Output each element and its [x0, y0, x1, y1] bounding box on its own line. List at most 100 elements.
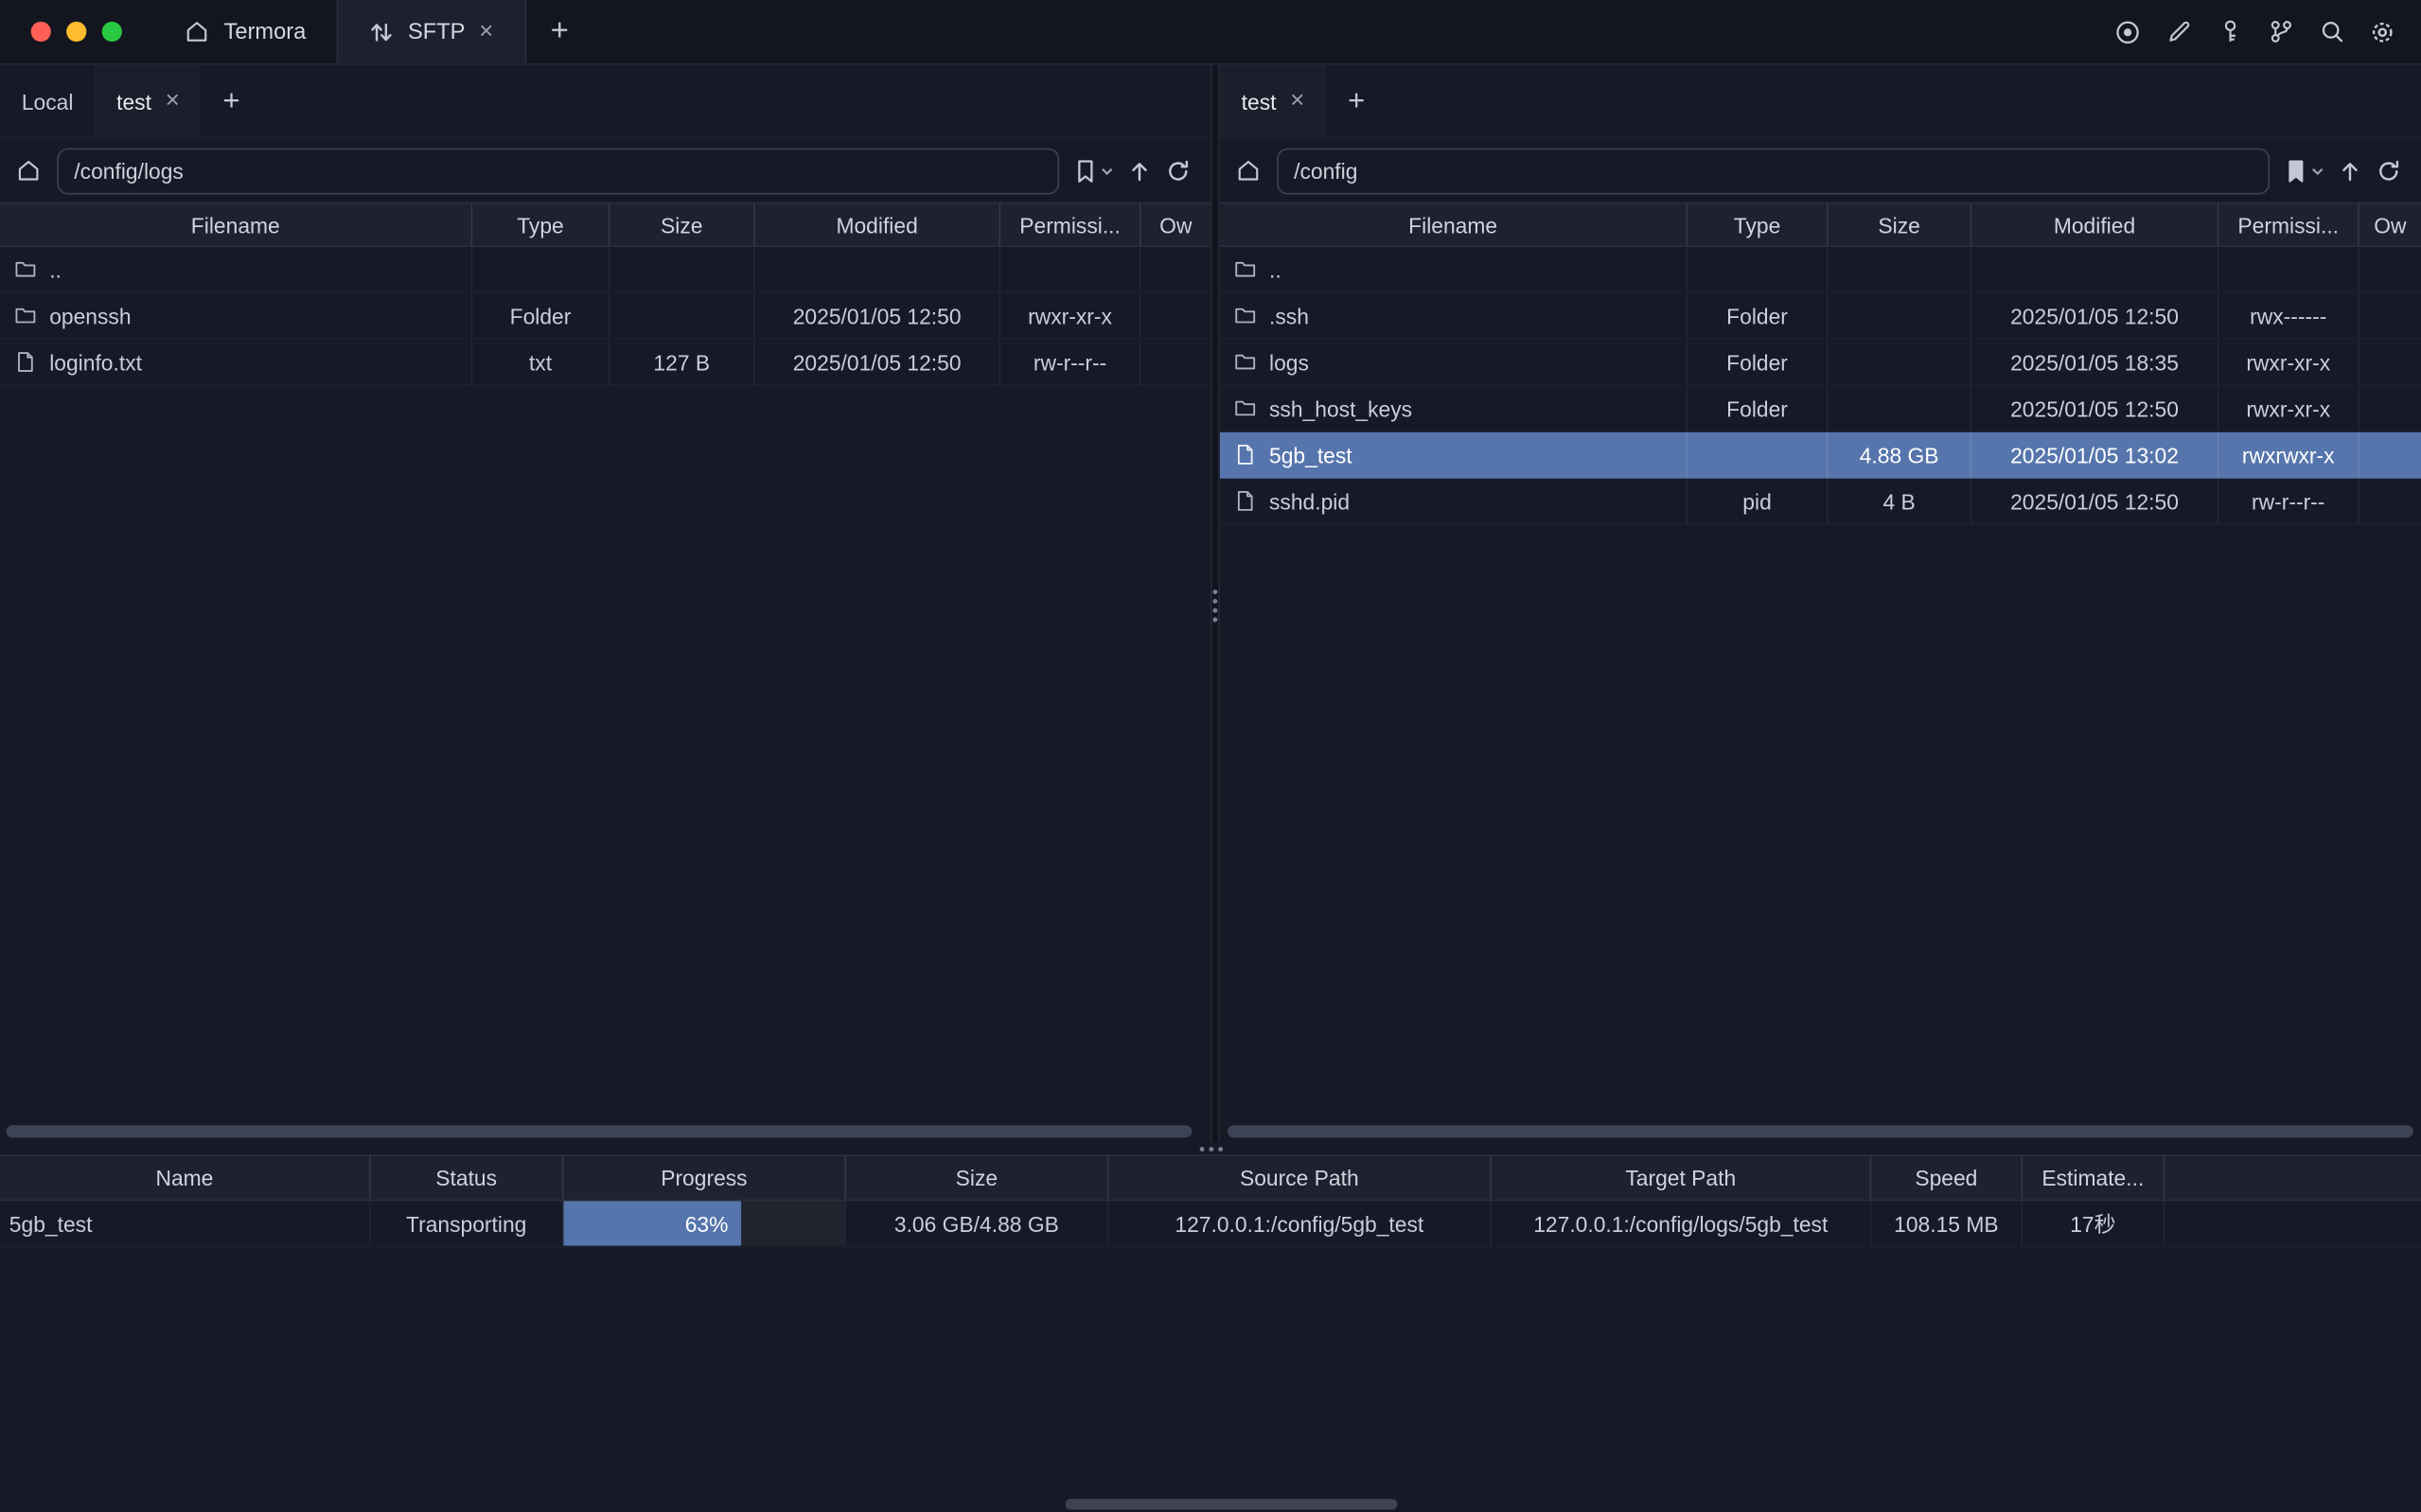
right-path-input[interactable]: [1277, 148, 2270, 194]
column-header-modified[interactable]: Modified: [1971, 203, 2218, 245]
transfer-speed: 108.15 MB: [1871, 1201, 2023, 1247]
tab-test-right[interactable]: test ×: [1220, 65, 1326, 138]
edit-button[interactable]: [2159, 11, 2199, 51]
tab-sftp-label: SFTP: [408, 19, 465, 44]
file-type: [1688, 432, 1828, 479]
zoom-window-button[interactable]: [102, 22, 122, 42]
file-modified: [755, 247, 1000, 293]
file-row-logs[interactable]: logs Folder 2025/01/05 18:35 rwxr-xr-x: [1220, 340, 2421, 386]
right-new-tab-button[interactable]: +: [1326, 65, 1387, 138]
transfer-size: 3.06 GB/4.88 GB: [846, 1201, 1108, 1247]
column-header-size[interactable]: Size: [846, 1156, 1108, 1200]
refresh-button[interactable]: [2377, 158, 2401, 183]
home-icon[interactable]: [15, 157, 42, 184]
column-header-estimate[interactable]: Estimate...: [2023, 1156, 2165, 1200]
file-type: Folder: [472, 293, 610, 340]
file-row-openssh[interactable]: openssh Folder 2025/01/05 12:50 rwxr-xr-…: [0, 293, 1210, 340]
new-window-tab-button[interactable]: +: [526, 0, 593, 63]
refresh-button[interactable]: [1166, 158, 1191, 183]
file-owner: [1141, 293, 1210, 340]
column-header-permissions[interactable]: Permissi...: [1000, 203, 1140, 245]
splitter-handle-icon: [1212, 589, 1217, 622]
file-icon: [1233, 443, 1256, 466]
column-header-filename[interactable]: Filename: [1220, 203, 1688, 245]
file-row-ssh-host-keys[interactable]: ssh_host_keys Folder 2025/01/05 12:50 rw…: [1220, 386, 2421, 432]
file-owner: [2359, 479, 2421, 525]
window-controls: [0, 0, 153, 63]
right-horizontal-scrollbar[interactable]: [1228, 1125, 2413, 1137]
record-button[interactable]: [2108, 11, 2147, 51]
column-header-target-path[interactable]: Target Path: [1492, 1156, 1871, 1200]
file-row-5gb-test-selected[interactable]: 5gb_test 4.88 GB 2025/01/05 13:02 rwxrwx…: [1220, 432, 2421, 479]
transfer-row-5gb-test[interactable]: 5gb_test Transporting 63% 3.06 GB/4.88 G…: [0, 1201, 2421, 1247]
branch-icon: [2268, 19, 2294, 45]
tab-local[interactable]: Local: [0, 65, 95, 138]
bookmark-icon: [2285, 158, 2306, 183]
column-header-size[interactable]: Size: [610, 203, 754, 245]
horizontal-splitter[interactable]: [0, 1142, 2421, 1154]
file-row-loginfo[interactable]: loginfo.txt txt 127 B 2025/01/05 12:50 r…: [0, 340, 1210, 386]
transfer-source-path: 127.0.0.1:/config/5gb_test: [1108, 1201, 1492, 1247]
left-horizontal-scrollbar[interactable]: [7, 1125, 1193, 1137]
file-permissions: rw-r--r--: [2218, 479, 2359, 525]
refresh-icon: [2377, 158, 2401, 183]
left-path-input[interactable]: [57, 148, 1059, 194]
column-header-owner[interactable]: Ow: [1141, 203, 1210, 245]
column-header-type[interactable]: Type: [1688, 203, 1828, 245]
file-size: 4.88 GB: [1829, 432, 1972, 479]
file-row-parent[interactable]: ..: [0, 247, 1210, 293]
left-new-tab-button[interactable]: +: [202, 65, 262, 138]
file-permissions: rwxrwxr-x: [2218, 432, 2359, 479]
tab-test-left-close-icon[interactable]: ×: [166, 89, 180, 114]
titlebar: Termora SFTP × +: [0, 0, 2421, 65]
tab-test-right-close-icon[interactable]: ×: [1290, 89, 1304, 114]
parent-directory-button[interactable]: [2338, 158, 2362, 183]
file-row-parent[interactable]: ..: [1220, 247, 2421, 293]
file-type: [1688, 247, 1828, 293]
column-header-owner[interactable]: Ow: [2359, 203, 2421, 245]
settings-button[interactable]: [2362, 11, 2402, 51]
tab-sftp-close-icon[interactable]: ×: [479, 19, 493, 44]
branch-button[interactable]: [2260, 11, 2300, 51]
file-permissions: rwx------: [2218, 293, 2359, 340]
column-header-name[interactable]: Name: [0, 1156, 371, 1200]
tab-test-left[interactable]: test ×: [95, 65, 201, 138]
column-header-type[interactable]: Type: [472, 203, 610, 245]
key-button[interactable]: [2210, 11, 2250, 51]
filename: 5gb_test: [1269, 442, 1352, 466]
column-header-source-path[interactable]: Source Path: [1108, 1156, 1492, 1200]
column-header-progress[interactable]: Progress: [563, 1156, 846, 1200]
file-modified: [1971, 247, 2218, 293]
column-header-status[interactable]: Status: [371, 1156, 564, 1200]
transfer-estimate: 17秒: [2023, 1201, 2165, 1247]
tab-test-left-label: test: [116, 89, 151, 114]
plus-icon: +: [551, 14, 569, 50]
bottom-scrollbar[interactable]: [1066, 1499, 1398, 1509]
bookmark-button[interactable]: [1074, 158, 1113, 183]
folder-icon: [1233, 350, 1256, 373]
plus-icon: +: [223, 84, 240, 118]
bookmark-button[interactable]: [2285, 158, 2324, 183]
tab-local-label: Local: [22, 89, 74, 114]
tab-test-right-label: test: [1242, 89, 1277, 114]
search-button[interactable]: [2311, 11, 2351, 51]
transfer-progress-bar: 63%: [563, 1201, 846, 1247]
file-permissions: rwxr-xr-x: [2218, 386, 2359, 432]
parent-directory-button[interactable]: [1127, 158, 1152, 183]
column-header-filename[interactable]: Filename: [0, 203, 472, 245]
file-row-ssh[interactable]: .ssh Folder 2025/01/05 12:50 rwx------: [1220, 293, 2421, 340]
minimize-window-button[interactable]: [66, 22, 86, 42]
tab-termora[interactable]: Termora: [153, 0, 337, 63]
tab-sftp[interactable]: SFTP ×: [337, 0, 526, 63]
column-header-speed[interactable]: Speed: [1871, 1156, 2023, 1200]
column-header-modified[interactable]: Modified: [755, 203, 1000, 245]
close-window-button[interactable]: [31, 22, 51, 42]
filename: ..: [1269, 257, 1281, 282]
file-type: Folder: [1688, 386, 1828, 432]
column-header-permissions[interactable]: Permissi...: [2218, 203, 2359, 245]
transfer-status: Transporting: [371, 1201, 564, 1247]
home-icon[interactable]: [1235, 157, 1262, 184]
vertical-splitter[interactable]: [1210, 65, 1220, 1143]
column-header-size[interactable]: Size: [1829, 203, 1972, 245]
file-row-sshd-pid[interactable]: sshd.pid pid 4 B 2025/01/05 12:50 rw-r--…: [1220, 479, 2421, 525]
